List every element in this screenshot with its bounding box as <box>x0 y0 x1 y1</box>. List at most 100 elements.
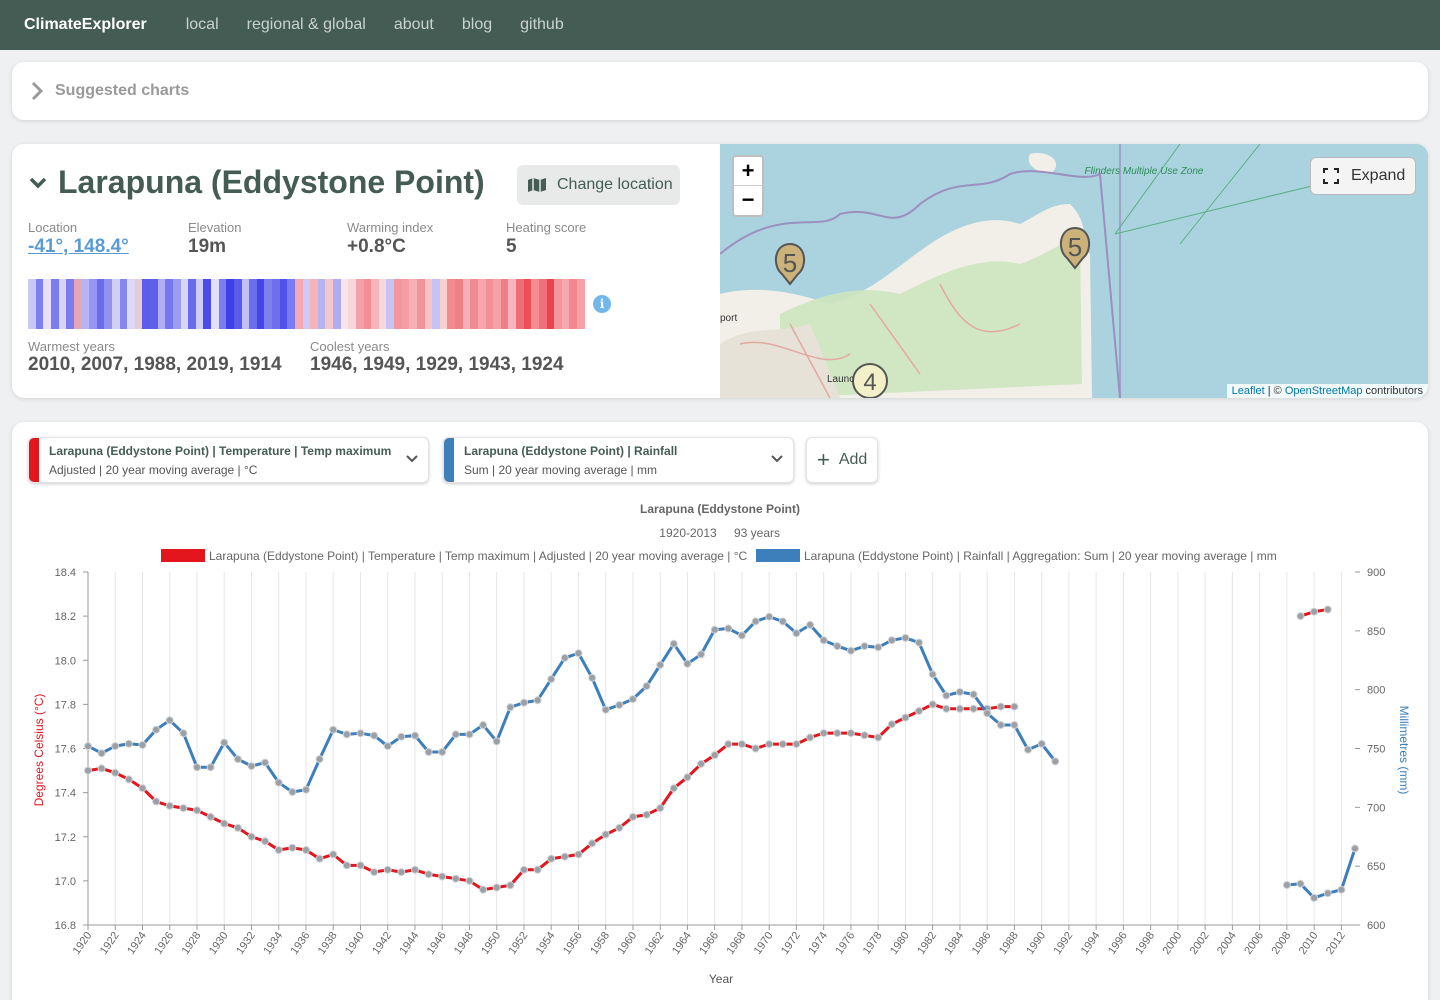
data-point-temperature[interactable] <box>574 850 583 859</box>
data-point-temperature[interactable] <box>315 854 324 863</box>
data-point-temperature[interactable] <box>424 870 433 879</box>
data-point-rainfall[interactable] <box>588 673 597 682</box>
data-point-rainfall[interactable] <box>465 730 474 739</box>
data-point-rainfall[interactable] <box>261 758 270 767</box>
data-point-temperature[interactable] <box>206 812 215 821</box>
data-point-rainfall[interactable] <box>506 703 515 712</box>
data-point-rainfall[interactable] <box>996 721 1005 729</box>
data-point-rainfall[interactable] <box>1323 889 1332 898</box>
nav-link-local[interactable]: local <box>186 16 219 34</box>
data-point-temperature[interactable] <box>356 861 365 870</box>
data-point-rainfall[interactable] <box>683 659 692 668</box>
zoom-in-button[interactable]: + <box>734 157 762 186</box>
cluster-marker-4[interactable]: 4 <box>852 363 888 398</box>
data-point-temperature[interactable] <box>492 883 501 892</box>
data-point-rainfall[interactable] <box>669 639 678 648</box>
data-point-rainfall[interactable] <box>1337 885 1346 894</box>
stat-location-value[interactable]: -41°, 148.4° <box>28 236 129 258</box>
data-point-temperature[interactable] <box>642 810 651 819</box>
data-point-rainfall[interactable] <box>765 612 774 621</box>
data-point-temperature[interactable] <box>778 740 787 749</box>
data-point-rainfall[interactable] <box>574 649 583 658</box>
zoom-out-button[interactable]: − <box>734 186 762 215</box>
data-point-rainfall[interactable] <box>860 642 869 651</box>
data-point-temperature[interactable] <box>724 740 733 749</box>
data-point-rainfall[interactable] <box>969 690 978 699</box>
data-point-rainfall[interactable] <box>274 778 283 787</box>
data-point-rainfall[interactable] <box>492 737 501 746</box>
data-point-temperature[interactable] <box>751 744 760 753</box>
data-point-temperature[interactable] <box>710 751 719 760</box>
data-point-temperature[interactable] <box>560 852 569 861</box>
data-point-temperature[interactable] <box>969 704 978 713</box>
data-point-temperature[interactable] <box>220 819 229 828</box>
data-point-temperature[interactable] <box>479 885 488 894</box>
data-point-temperature[interactable] <box>520 865 528 874</box>
data-point-temperature[interactable] <box>846 729 855 738</box>
data-point-rainfall[interactable] <box>356 729 365 738</box>
data-point-rainfall[interactable] <box>424 748 433 756</box>
data-point-rainfall[interactable] <box>533 696 542 705</box>
data-point-rainfall[interactable] <box>724 624 733 633</box>
data-point-temperature[interactable] <box>928 700 937 709</box>
data-point-temperature[interactable] <box>247 832 256 841</box>
data-point-temperature[interactable] <box>302 846 310 854</box>
data-point-temperature[interactable] <box>656 804 665 813</box>
data-point-rainfall[interactable] <box>84 742 92 751</box>
data-point-temperature[interactable] <box>288 843 297 852</box>
data-point-temperature[interactable] <box>901 713 910 722</box>
data-point-temperature[interactable] <box>806 733 815 742</box>
data-point-rainfall[interactable] <box>1024 745 1032 754</box>
legend-swatch-temperature[interactable] <box>161 549 205 562</box>
legend-label-temperature[interactable]: Larapuna (Eddystone Point) | Temperature… <box>209 549 748 563</box>
data-point-rainfall[interactable] <box>547 675 556 684</box>
change-location-button[interactable]: Change location <box>517 165 680 205</box>
data-point-rainfall[interactable] <box>1010 721 1019 729</box>
data-point-temperature[interactable] <box>669 784 678 793</box>
info-icon[interactable]: i <box>593 295 611 313</box>
data-point-rainfall[interactable] <box>138 741 147 749</box>
data-point-temperature[interactable] <box>547 854 556 863</box>
data-point-rainfall[interactable] <box>342 730 351 739</box>
data-point-rainfall[interactable] <box>915 638 923 647</box>
data-point-temperature[interactable] <box>506 881 515 890</box>
data-point-temperature[interactable] <box>124 775 133 784</box>
data-point-temperature[interactable] <box>615 823 624 832</box>
suggested-charts-panel[interactable]: Suggested charts <box>12 62 1428 120</box>
data-point-rainfall[interactable] <box>288 788 297 796</box>
data-point-rainfall[interactable] <box>383 742 392 751</box>
data-point-rainfall[interactable] <box>438 748 447 756</box>
data-point-temperature[interactable] <box>1310 607 1319 616</box>
data-point-temperature[interactable] <box>996 702 1005 711</box>
data-point-rainfall[interactable] <box>697 650 706 659</box>
osm-link[interactable]: OpenStreetMap <box>1285 385 1363 397</box>
data-point-temperature[interactable] <box>97 764 106 773</box>
data-point-temperature[interactable] <box>887 720 896 729</box>
data-point-rainfall[interactable] <box>642 682 651 691</box>
data-point-rainfall[interactable] <box>656 661 665 669</box>
legend-label-rainfall[interactable]: Larapuna (Eddystone Point) | Rainfall | … <box>804 549 1277 563</box>
data-point-rainfall[interactable] <box>955 688 964 696</box>
data-point-rainfall[interactable] <box>329 725 338 734</box>
data-point-rainfall[interactable] <box>1351 844 1359 853</box>
data-point-rainfall[interactable] <box>1037 739 1046 748</box>
data-point-temperature[interactable] <box>342 861 351 870</box>
data-point-temperature[interactable] <box>383 865 392 874</box>
data-point-rainfall[interactable] <box>710 625 719 634</box>
data-point-rainfall[interactable] <box>193 763 201 772</box>
data-point-rainfall[interactable] <box>560 653 569 662</box>
nav-link-regional-global[interactable]: regional & global <box>247 16 366 34</box>
data-point-temperature[interactable] <box>329 850 338 859</box>
data-point-temperature[interactable] <box>179 804 188 813</box>
nav-link-blog[interactable]: blog <box>462 16 492 34</box>
data-point-temperature[interactable] <box>628 812 637 821</box>
data-point-temperature[interactable] <box>438 872 447 881</box>
data-point-rainfall[interactable] <box>901 633 910 642</box>
nav-link-about[interactable]: about <box>394 16 434 34</box>
data-point-temperature[interactable] <box>233 823 242 832</box>
legend-swatch-rainfall[interactable] <box>756 549 800 562</box>
data-point-rainfall[interactable] <box>206 763 215 772</box>
data-point-temperature[interactable] <box>1010 702 1019 711</box>
data-point-rainfall[interactable] <box>1296 879 1305 888</box>
chevron-down-icon[interactable] <box>28 173 48 193</box>
